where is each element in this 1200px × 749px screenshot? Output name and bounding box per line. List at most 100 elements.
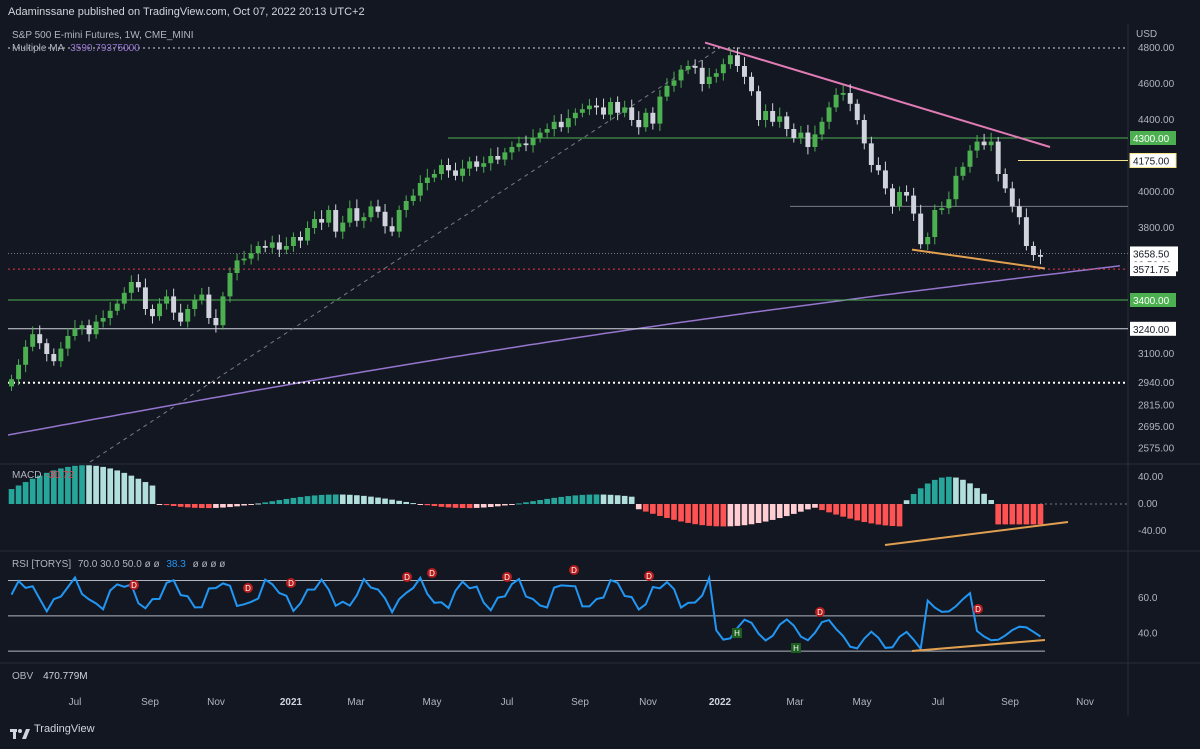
macd-histogram-bar xyxy=(424,504,431,506)
macd-histogram-bar xyxy=(776,504,783,519)
candle-body xyxy=(706,76,712,84)
candle-body xyxy=(1002,174,1008,189)
candle-body xyxy=(636,120,642,128)
macd-histogram-bar xyxy=(206,504,212,509)
rsi-tick-label: 60.0 xyxy=(1138,593,1158,604)
candle-body xyxy=(509,147,515,153)
macd-histogram-bar xyxy=(466,504,473,509)
rsi-label: RSI [TORYS] xyxy=(12,559,72,570)
price-level-label: 4175.00 xyxy=(1133,157,1170,168)
divergence-d-label: D xyxy=(504,573,510,582)
macd-histogram-bar xyxy=(459,504,466,509)
macd-histogram-bar xyxy=(431,504,438,507)
price-tick-label: 4000.00 xyxy=(1138,187,1175,198)
candle-body xyxy=(227,273,233,297)
macd-histogram-bar xyxy=(509,504,515,505)
support-trendline xyxy=(911,248,1046,270)
macd-histogram-bar xyxy=(269,501,276,504)
macd-histogram-bar xyxy=(1023,504,1030,525)
macd-histogram-bar xyxy=(311,495,318,504)
macd-histogram-bar xyxy=(227,504,233,508)
macd-histogram-bar xyxy=(1002,504,1009,525)
macd-histogram-bar xyxy=(1030,504,1037,525)
macd-histogram-bar xyxy=(614,495,621,504)
currency-label: USD xyxy=(1136,29,1157,40)
ma-value: 3590.79375000 xyxy=(70,43,140,54)
macd-histogram-bar xyxy=(868,504,875,524)
macd-histogram-bar xyxy=(149,485,156,504)
time-axis-label: Nov xyxy=(207,697,225,708)
rsi-tick-label: 40.0 xyxy=(1138,629,1158,640)
macd-histogram-bar xyxy=(234,504,240,507)
candle-body xyxy=(1023,217,1029,246)
macd-histogram-bar xyxy=(565,496,572,504)
candle-body xyxy=(396,210,402,232)
macd-histogram-bar xyxy=(896,504,903,527)
candle-body xyxy=(305,228,310,241)
macd-histogram-bar xyxy=(572,495,579,504)
candle-body xyxy=(347,208,353,223)
macd-histogram-bar xyxy=(276,500,283,504)
macd-histogram-bar xyxy=(1037,504,1044,525)
candle-body xyxy=(833,94,839,108)
macd-histogram-bar xyxy=(628,496,635,504)
macd-histogram-bar xyxy=(318,494,325,504)
macd-histogram-bar xyxy=(551,497,558,504)
candle-body xyxy=(523,143,529,146)
candle-body xyxy=(121,292,127,304)
macd-histogram-bar xyxy=(304,496,311,504)
macd-histogram-bar xyxy=(981,493,987,504)
candle-body xyxy=(1030,246,1036,255)
candle-body xyxy=(756,91,762,120)
tradingview-logo-icon[interactable] xyxy=(10,723,30,749)
candle-body xyxy=(1038,255,1043,257)
macd-histogram-bar xyxy=(720,504,727,527)
macd-histogram-bar xyxy=(650,504,656,514)
macd-histogram-bar xyxy=(121,472,128,504)
candle-body xyxy=(171,296,177,313)
macd-histogram-bar xyxy=(375,497,381,504)
candle-body xyxy=(967,150,973,167)
ma-legend: Multiple MA 3590.79375000 xyxy=(12,43,140,55)
main-legend: S&P 500 E-mini Futures, 1W, CME_MINI xyxy=(12,30,194,42)
macd-histogram-bar xyxy=(1016,504,1023,525)
macd-histogram-bar xyxy=(544,498,550,504)
price-tick-label: 4800.00 xyxy=(1138,43,1175,54)
macd-histogram-bar xyxy=(706,504,713,526)
candle-body xyxy=(742,66,747,77)
candle-body xyxy=(925,237,931,245)
macd-histogram-bar xyxy=(755,504,762,524)
candle-body xyxy=(601,107,606,115)
candle-body xyxy=(995,141,1001,174)
candle-body xyxy=(446,165,451,171)
macd-histogram-bar xyxy=(579,494,586,504)
macd-histogram-bar xyxy=(607,494,614,504)
candle-body xyxy=(502,152,508,160)
candle-body xyxy=(206,294,212,318)
price-tick-label: 4400.00 xyxy=(1138,115,1175,126)
time-axis-label: 2021 xyxy=(280,697,303,708)
macd-histogram-bar xyxy=(593,494,600,504)
candle-body xyxy=(551,121,557,129)
macd-histogram-bar xyxy=(213,504,219,508)
candle-body xyxy=(861,120,867,144)
macd-label: MACD xyxy=(12,470,42,481)
candle-body xyxy=(650,112,656,124)
candle-body xyxy=(58,348,64,362)
macd-histogram-bar xyxy=(741,504,748,526)
divergence-h-label: H xyxy=(793,644,799,653)
macd-histogram-bar xyxy=(917,488,924,504)
macd-histogram-bar xyxy=(516,503,522,505)
candle-body xyxy=(981,141,987,146)
candle-body xyxy=(100,318,106,322)
rsi-line xyxy=(10,574,1042,652)
candle-body xyxy=(269,242,275,248)
macd-histogram-bar xyxy=(382,498,388,504)
macd-histogram-bar xyxy=(995,504,1002,525)
macd-histogram-bar xyxy=(586,494,593,504)
candle-body xyxy=(431,174,437,178)
candle-body xyxy=(114,303,120,311)
macd-histogram-bar xyxy=(480,504,487,508)
chart-canvas[interactable]: D D D D D D D D D D H H USD 2575.00 2695.00 2815.00 294… xyxy=(0,0,1200,716)
macd-tick-label: 0.00 xyxy=(1138,499,1158,510)
